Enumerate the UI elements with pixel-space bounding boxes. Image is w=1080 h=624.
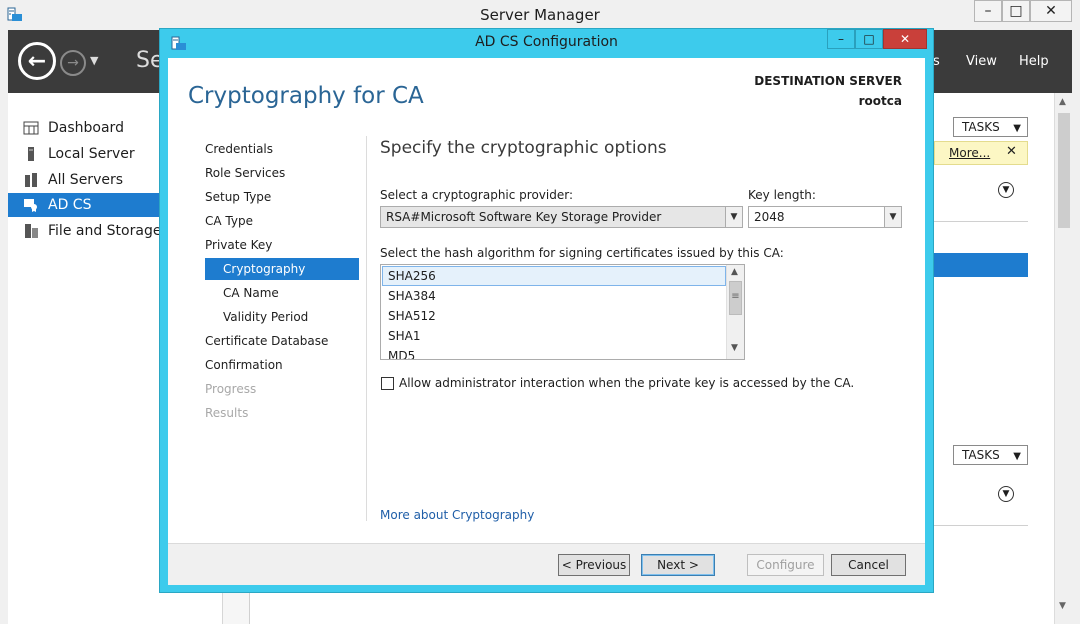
step-role-services[interactable]: Role Services bbox=[205, 162, 285, 184]
destination-server-label: DESTINATION SERVER bbox=[754, 74, 902, 88]
main-scrollbar[interactable]: ▲ ▼ bbox=[1054, 93, 1072, 624]
tasks-dropdown[interactable]: TASKS ▼ bbox=[953, 445, 1028, 465]
provider-select[interactable]: RSA#Microsoft Software Key Storage Provi… bbox=[380, 206, 743, 228]
servers-icon bbox=[23, 172, 39, 188]
configure-button: Configure bbox=[747, 554, 824, 576]
scroll-down-icon[interactable]: ▼ bbox=[731, 343, 738, 353]
forward-arrow-icon[interactable]: → bbox=[60, 50, 86, 76]
sidebar-item-label: AD CS bbox=[48, 197, 92, 213]
sidebar-item-label: Local Server bbox=[48, 146, 135, 162]
key-length-select-value: 2048 bbox=[754, 210, 785, 224]
list-item[interactable]: SHA512 bbox=[382, 306, 726, 326]
more-about-cryptography-link[interactable]: More about Cryptography bbox=[380, 508, 534, 522]
tasks-label: TASKS bbox=[962, 120, 1000, 134]
dialog-maximize-button[interactable]: □ bbox=[855, 29, 883, 49]
list-item[interactable]: SHA384 bbox=[382, 286, 726, 306]
notification-banner: More... ✕ bbox=[934, 141, 1028, 165]
destination-server-value: rootca bbox=[858, 94, 902, 108]
dashboard-icon bbox=[23, 120, 39, 136]
dialog-close-button[interactable]: ✕ bbox=[883, 29, 927, 49]
scroll-down-icon[interactable]: ▼ bbox=[1059, 601, 1066, 611]
content-heading: Specify the cryptographic options bbox=[380, 138, 667, 158]
step-certificate-database[interactable]: Certificate Database bbox=[205, 330, 328, 352]
provider-select-value: RSA#Microsoft Software Key Storage Provi… bbox=[386, 210, 662, 224]
notification-more-link[interactable]: More... bbox=[949, 146, 990, 160]
sidebar-item-label: All Servers bbox=[48, 172, 124, 188]
hash-list-scrollbar[interactable]: ▲ ≡ ▼ bbox=[726, 265, 744, 359]
provider-label: Select a cryptographic provider: bbox=[380, 188, 574, 202]
sidebar-item-label: Dashboard bbox=[48, 120, 124, 136]
close-button[interactable]: ✕ bbox=[1030, 0, 1072, 22]
maximize-button[interactable]: □ bbox=[1002, 0, 1030, 22]
chevron-down-icon[interactable]: ▼ bbox=[725, 207, 742, 227]
dialog-title: AD CS Configuration bbox=[475, 34, 618, 50]
server-manager-titlebar: Server Manager – □ ✕ bbox=[0, 0, 1080, 30]
admin-interaction-checkbox[interactable] bbox=[381, 377, 394, 390]
chevron-down-icon: ▼ bbox=[1013, 451, 1021, 462]
notification-close-icon[interactable]: ✕ bbox=[1006, 144, 1017, 159]
adcs-configuration-dialog: AD CS Configuration – □ ✕ Cryptography f… bbox=[159, 28, 934, 593]
list-item[interactable]: MD5 bbox=[382, 346, 726, 359]
scrollbar-thumb[interactable]: ≡ bbox=[729, 281, 742, 315]
menu-help[interactable]: Help bbox=[1019, 54, 1049, 69]
dialog-footer: < Previous Next > Configure Cancel bbox=[168, 543, 925, 585]
storage-icon bbox=[23, 223, 39, 239]
hash-algorithm-label: Select the hash algorithm for signing ce… bbox=[380, 246, 784, 260]
step-ca-name[interactable]: CA Name bbox=[205, 282, 279, 304]
menu-view[interactable]: View bbox=[966, 54, 997, 69]
expand-chevron-icon[interactable]: ▼ bbox=[998, 182, 1014, 198]
server-manager-title: Server Manager bbox=[480, 6, 600, 24]
selected-row-highlight bbox=[934, 253, 1028, 277]
history-dropdown-icon[interactable]: ▼ bbox=[90, 54, 98, 67]
panel-divider bbox=[934, 525, 1028, 526]
steps-divider bbox=[366, 136, 367, 521]
chevron-down-icon: ▼ bbox=[1013, 123, 1021, 134]
server-icon bbox=[23, 146, 39, 162]
list-item[interactable]: SHA1 bbox=[382, 326, 726, 346]
step-private-key[interactable]: Private Key bbox=[205, 234, 272, 256]
step-credentials[interactable]: Credentials bbox=[205, 138, 273, 160]
step-confirmation[interactable]: Confirmation bbox=[205, 354, 283, 376]
key-length-label: Key length: bbox=[748, 188, 816, 202]
minimize-button[interactable]: – bbox=[974, 0, 1002, 22]
scroll-up-icon[interactable]: ▲ bbox=[731, 267, 738, 277]
cancel-button[interactable]: Cancel bbox=[831, 554, 906, 576]
step-cryptography[interactable]: Cryptography bbox=[205, 258, 359, 280]
step-setup-type[interactable]: Setup Type bbox=[205, 186, 271, 208]
window-frame bbox=[1072, 30, 1080, 624]
tasks-label: TASKS bbox=[962, 448, 1000, 462]
certificate-icon bbox=[23, 197, 39, 213]
expand-chevron-icon[interactable]: ▼ bbox=[998, 486, 1014, 502]
page-title: Cryptography for CA bbox=[188, 83, 424, 109]
dialog-body: Cryptography for CA DESTINATION SERVER r… bbox=[168, 58, 925, 543]
scrollbar-thumb[interactable] bbox=[1058, 113, 1070, 228]
step-results: Results bbox=[205, 406, 249, 420]
panel-divider bbox=[934, 221, 1028, 222]
step-validity-period[interactable]: Validity Period bbox=[205, 306, 308, 328]
step-progress: Progress bbox=[205, 382, 257, 396]
previous-button[interactable]: < Previous bbox=[558, 554, 630, 576]
key-length-select[interactable]: 2048 ▼ bbox=[748, 206, 902, 228]
back-arrow-icon[interactable]: ← bbox=[18, 42, 56, 80]
admin-interaction-label[interactable]: Allow administrator interaction when the… bbox=[399, 376, 854, 390]
list-item[interactable]: SHA256 bbox=[382, 266, 726, 286]
hash-algorithm-list[interactable]: SHA256 SHA384 SHA512 SHA1 MD5 ▲ ≡ ▼ bbox=[380, 264, 745, 360]
chevron-down-icon[interactable]: ▼ bbox=[884, 207, 901, 227]
dialog-minimize-button[interactable]: – bbox=[827, 29, 855, 49]
sidebar-item-label: File and Storage S bbox=[48, 223, 175, 239]
menu-tools[interactable]: s bbox=[933, 54, 940, 69]
step-ca-type[interactable]: CA Type bbox=[205, 210, 253, 232]
next-button[interactable]: Next > bbox=[641, 554, 715, 576]
tasks-dropdown[interactable]: TASKS ▼ bbox=[953, 117, 1028, 137]
scroll-up-icon[interactable]: ▲ bbox=[1059, 97, 1066, 107]
